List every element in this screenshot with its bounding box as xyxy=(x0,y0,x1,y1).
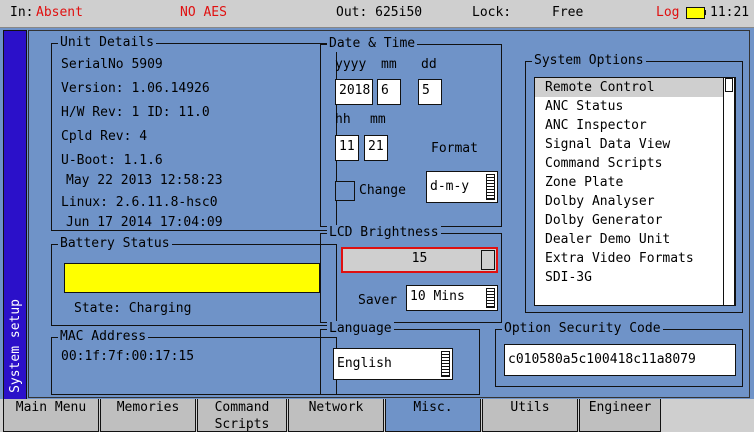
dropdown-arrow-icon xyxy=(486,288,495,308)
system-setup-label: System setup xyxy=(8,299,23,393)
minute-field[interactable]: 21 xyxy=(364,135,388,161)
year-field[interactable]: 2018 xyxy=(335,79,373,105)
tab-utils[interactable]: Utils xyxy=(482,399,578,432)
year-label: yyyy xyxy=(335,57,367,72)
option-security-group: Option Security Code c010580a5c100418c11… xyxy=(495,321,743,387)
serial-number: SerialNo 5909 xyxy=(61,57,163,72)
mac-address-group: MAC Address 00:1f:7f:00:17:15 xyxy=(51,329,337,395)
option-security-code-field[interactable]: c010580a5c100418c11a8079 xyxy=(504,344,736,376)
option-security-title: Option Security Code xyxy=(502,321,663,337)
system-option-item[interactable]: Zone Plate xyxy=(535,173,735,192)
system-option-item[interactable]: Dolby Analyser xyxy=(535,192,735,211)
clock: 11:21 xyxy=(710,5,750,20)
date-time-group: Date & Time yyyy mm dd 2018 6 5 hh mm 11… xyxy=(320,36,502,227)
hour-field[interactable]: 11 xyxy=(335,135,359,161)
system-option-item[interactable]: Command Scripts xyxy=(535,154,735,173)
language-value: English xyxy=(337,356,392,371)
screen: In: Absent NO AES Out: 625i50 Lock: Free… xyxy=(0,0,754,432)
battery-level-bar xyxy=(64,263,320,293)
system-option-item[interactable]: Dealer Demo Unit xyxy=(535,230,735,249)
month-label: mm xyxy=(381,57,397,72)
tab-memories[interactable]: Memories xyxy=(100,399,196,432)
battery-state: State: Charging xyxy=(74,301,192,316)
mac-address-title: MAC Address xyxy=(58,329,149,345)
saver-dropdown[interactable]: 10 Mins xyxy=(406,285,498,311)
format-label: Format xyxy=(431,141,478,156)
system-option-item[interactable]: Remote Control xyxy=(535,78,735,97)
minute-label: mm xyxy=(370,112,386,127)
saver-label: Saver xyxy=(358,293,398,308)
scrollbar-thumb[interactable] xyxy=(725,78,733,92)
system-options-list[interactable]: Remote Control ANC Status ANC Inspector Sig… xyxy=(534,77,736,306)
uboot-date: May 22 2013 12:58:23 xyxy=(66,173,223,188)
lock-label: Lock: xyxy=(472,5,512,20)
tab-command-scripts-label: Command Scripts xyxy=(214,400,270,432)
format-value: d-m-y xyxy=(430,179,470,194)
lock-value: Free xyxy=(552,5,584,20)
main-panel: Unit Details SerialNo 5909 Version: 1.06… xyxy=(28,30,750,398)
tab-network[interactable]: Network xyxy=(288,399,384,432)
unit-details-title: Unit Details xyxy=(58,35,156,51)
dropdown-arrow-icon xyxy=(441,351,450,377)
format-dropdown[interactable]: d-m-y xyxy=(426,171,498,203)
battery-status-group: Battery Status State: Charging xyxy=(51,236,337,326)
hw-revision: H/W Rev: 1 ID: 11.0 xyxy=(61,105,210,120)
cpld-revision: Cpld Rev: 4 xyxy=(61,129,148,144)
system-option-item[interactable]: Dolby Generator xyxy=(535,211,735,230)
system-option-item[interactable]: Extra Video Formats xyxy=(535,249,735,268)
bottom-tab-bar: Main Menu Memories Command Scripts Netwo… xyxy=(0,399,754,432)
change-label: Change xyxy=(359,183,406,198)
brightness-slider[interactable]: 15 xyxy=(341,247,498,273)
status-bar: In: Absent NO AES Out: 625i50 Lock: Free… xyxy=(0,0,754,28)
dropdown-arrow-icon xyxy=(486,174,495,200)
log-indicator: Log xyxy=(656,5,680,20)
tab-main-menu[interactable]: Main Menu xyxy=(3,399,99,432)
saver-value: 10 Mins xyxy=(410,289,465,304)
output-format: Out: 625i50 xyxy=(336,5,423,20)
hour-label: hh xyxy=(335,112,351,127)
brightness-slider-thumb[interactable] xyxy=(481,250,495,270)
tab-engineer-label: Engineer xyxy=(588,400,652,415)
day-field[interactable]: 5 xyxy=(418,79,442,105)
language-title: Language xyxy=(327,321,394,337)
battery-icon xyxy=(686,7,705,19)
tab-utils-label: Utils xyxy=(510,400,550,415)
input-value: Absent xyxy=(36,5,83,20)
battery-tip-icon xyxy=(704,10,706,15)
input-label: In: xyxy=(10,5,34,20)
language-dropdown[interactable]: English xyxy=(333,348,453,380)
linux-version: Linux: 2.6.11.8-hsc0 xyxy=(61,195,218,210)
system-options-group: System Options Remote Control ANC Status A… xyxy=(525,53,743,313)
lcd-brightness-title: LCD Brightness xyxy=(327,225,441,241)
tab-misc[interactable]: Misc. xyxy=(385,399,481,432)
unit-details-group: Unit Details SerialNo 5909 Version: 1.06… xyxy=(51,35,337,231)
linux-date: Jun 17 2014 17:04:09 xyxy=(66,215,223,230)
system-options-title: System Options xyxy=(532,53,646,69)
tab-command-scripts[interactable]: Command Scripts xyxy=(197,399,287,432)
lcd-brightness-group: LCD Brightness 15 Saver 10 Mins xyxy=(320,225,502,323)
tab-misc-label: Misc. xyxy=(413,400,453,415)
day-label: dd xyxy=(421,57,437,72)
system-options-scrollbar[interactable] xyxy=(723,77,735,306)
brightness-value: 15 xyxy=(411,251,428,266)
language-group: Language English xyxy=(320,321,480,395)
version: Version: 1.06.14926 xyxy=(61,81,210,96)
audio-status: NO AES xyxy=(180,5,227,20)
change-checkbox[interactable] xyxy=(335,181,355,201)
tab-main-menu-label: Main Menu xyxy=(15,400,87,415)
system-setup-tab[interactable]: System setup xyxy=(3,30,27,400)
tab-engineer[interactable]: Engineer xyxy=(579,399,661,432)
uboot-version: U-Boot: 1.1.6 xyxy=(61,153,163,168)
system-option-item[interactable]: Signal Data View xyxy=(535,135,735,154)
mac-address-value: 00:1f:7f:00:17:15 xyxy=(61,349,195,364)
system-option-item[interactable]: ANC Inspector xyxy=(535,116,735,135)
month-field[interactable]: 6 xyxy=(377,79,401,105)
tab-memories-label: Memories xyxy=(116,400,180,415)
system-option-item[interactable]: ANC Status xyxy=(535,97,735,116)
battery-status-title: Battery Status xyxy=(58,236,172,252)
system-option-item[interactable]: SDI-3G xyxy=(535,268,735,287)
tab-network-label: Network xyxy=(308,400,364,415)
date-time-title: Date & Time xyxy=(327,36,418,52)
